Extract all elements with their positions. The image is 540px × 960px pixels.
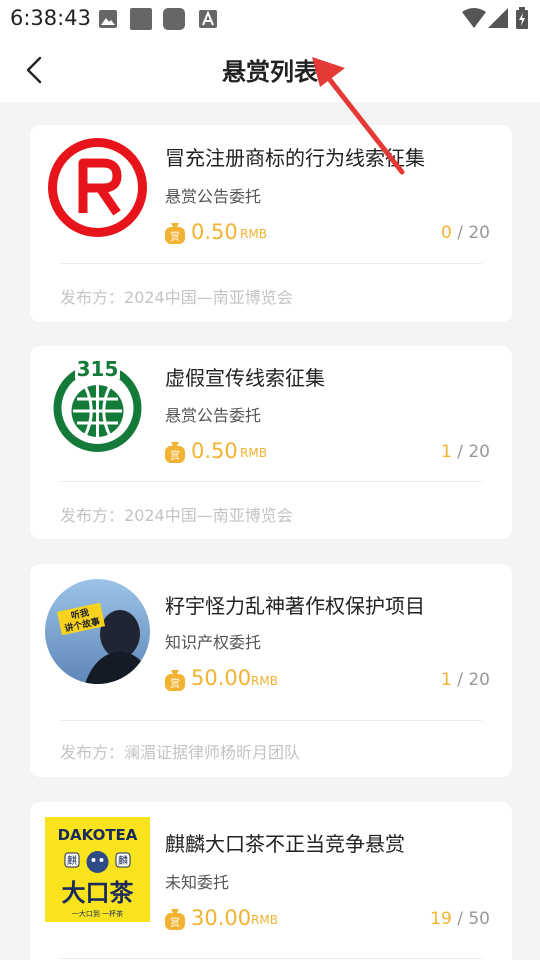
participation-count: 0 / 20	[440, 223, 490, 243]
reward-amount: 30.00	[191, 906, 252, 930]
taken-count: 1	[440, 442, 452, 462]
divider	[60, 481, 482, 482]
wifi-icon	[462, 8, 486, 28]
publisher-line: 发布方：2024中国—南亚博览会	[60, 502, 293, 526]
reward-unit: RMB	[240, 446, 267, 460]
money-bag-icon: 赏	[165, 223, 185, 244]
money-bag-icon: 赏	[165, 442, 185, 463]
image-text-qi: 麒	[67, 854, 77, 867]
money-bag-icon: 赏	[165, 909, 185, 930]
page-title: 悬赏列表	[222, 58, 318, 86]
svg-text:赏: 赏	[170, 450, 180, 462]
bounty-title: 冒充注册商标的行为线索征集	[165, 146, 425, 170]
publisher-name: 2024中国—南亚博览会	[124, 288, 293, 307]
svg-text:315: 315	[77, 357, 119, 381]
participation-count: 19 / 50	[430, 909, 490, 929]
publisher-label: 发布方：	[60, 743, 125, 762]
status-time: 6:38:43	[10, 6, 91, 30]
bounty-card[interactable]: 315 虚假宣传线索征集 悬赏公告委托 赏 0.50 RMB 1 / 20 发布…	[30, 346, 512, 539]
divider	[60, 720, 482, 721]
reward-unit: RMB	[240, 227, 267, 241]
bounty-title: 籽宇怪力乱神著作权保护项目	[165, 594, 425, 618]
participation-count: 1 / 20	[440, 442, 490, 462]
bounty-category: 未知委托	[165, 873, 230, 892]
reward-amount: 0.50	[191, 220, 238, 244]
app-notification-icon-2	[163, 8, 185, 30]
publisher-label: 发布方：	[60, 506, 125, 525]
bounty-category: 悬赏公告委托	[165, 187, 262, 206]
total-count: 20	[468, 670, 490, 690]
battery-icon	[516, 7, 528, 29]
image-text-brand: DAKOTEA	[58, 826, 138, 844]
total-count: 50	[468, 909, 490, 929]
svg-text:赏: 赏	[170, 678, 180, 690]
status-bar: 6:38:43	[0, 0, 540, 38]
svg-text:赏: 赏	[170, 231, 180, 243]
dakotea-logo: DAKOTEA 麒 麟 大口茶 一大口到 一杯茶	[45, 817, 150, 922]
bounty-title: 虚假宣传线索征集	[165, 366, 325, 390]
bounty-category: 知识产权委托	[165, 633, 262, 652]
taken-count: 19	[430, 909, 452, 929]
bounty-card[interactable]: 冒充注册商标的行为线索征集 悬赏公告委托 赏 0.50 RMB 0 / 20 发…	[30, 125, 512, 322]
image-text-title: 大口茶	[62, 879, 135, 907]
publisher-line: 发布方：2024中国—南亚博览会	[60, 284, 293, 308]
header-bar: 悬赏列表	[0, 38, 540, 102]
bounty-card[interactable]: 听我 讲个故事 籽宇怪力乱神著作权保护项目 知识产权委托 赏 50.00 RMB…	[30, 564, 512, 777]
taken-count: 1	[440, 670, 452, 690]
image-text-lin: 麟	[118, 854, 128, 867]
registered-trademark-logo	[45, 135, 150, 240]
reward-unit: RMB	[251, 674, 278, 688]
bounty-card[interactable]: DAKOTEA 麒 麟 大口茶 一大口到 一杯茶 麒麟大口茶不正当竞争悬赏 未知…	[30, 802, 512, 960]
reward-amount: 0.50	[191, 439, 238, 463]
publisher-label: 发布方：	[60, 288, 125, 307]
image-text-slogan: 一大口到 一杯茶	[72, 909, 123, 918]
story-avatar-image: 听我 讲个故事	[45, 579, 150, 684]
total-count: 20	[468, 442, 490, 462]
font-notification-icon	[199, 10, 217, 28]
reward-amount: 50.00	[191, 666, 252, 690]
bounty-category: 悬赏公告委托	[165, 406, 262, 425]
participation-count: 1 / 20	[440, 670, 490, 690]
taken-count: 0	[440, 223, 452, 243]
publisher-name: 2024中国—南亚博览会	[124, 506, 293, 525]
reward-unit: RMB	[251, 913, 278, 927]
divider	[60, 958, 482, 959]
bounty-title: 麒麟大口茶不正当竞争悬赏	[165, 832, 405, 856]
svg-text:赏: 赏	[170, 917, 180, 929]
signal-icon	[488, 8, 508, 28]
total-count: 20	[468, 223, 490, 243]
money-bag-icon: 赏	[165, 670, 185, 691]
image-notification-icon	[99, 10, 117, 28]
divider	[60, 263, 482, 264]
publisher-line: 发布方：澜湄证据律师杨昕月团队	[60, 739, 300, 763]
consumer-rights-315-logo: 315	[45, 353, 150, 458]
publisher-name: 澜湄证据律师杨昕月团队	[124, 743, 301, 762]
app-notification-icon	[130, 8, 152, 30]
